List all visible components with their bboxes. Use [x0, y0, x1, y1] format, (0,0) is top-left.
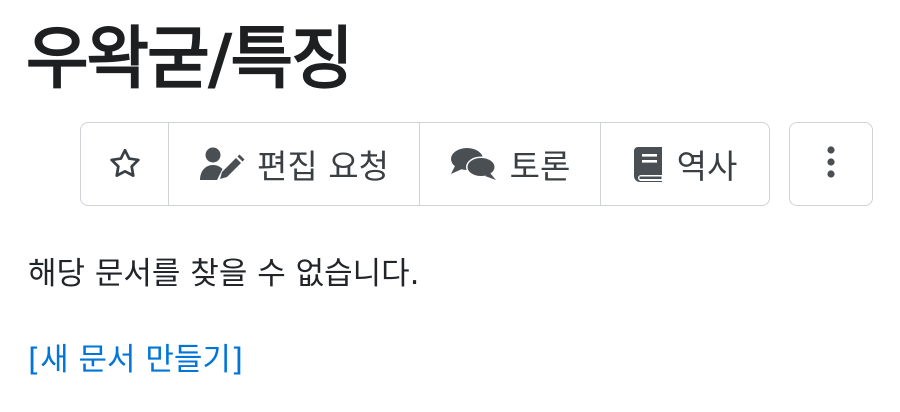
book-icon — [633, 146, 665, 182]
discussion-button[interactable]: 토론 — [420, 123, 601, 205]
vertical-ellipsis-icon — [826, 145, 836, 183]
user-edit-icon — [199, 146, 245, 182]
page-action-toolbar: 편집 요청 토론 역사 — [80, 122, 770, 206]
page-title: 우왁굳/특징 — [26, 20, 354, 99]
star-button[interactable] — [81, 123, 169, 205]
more-options-button[interactable] — [789, 122, 873, 206]
edit-request-button[interactable]: 편집 요청 — [169, 123, 420, 205]
discussion-label: 토론 — [509, 147, 571, 186]
comments-icon — [450, 146, 498, 182]
history-label: 역사 — [676, 147, 738, 186]
create-document-link[interactable]: [새 문서 만들기] — [28, 334, 243, 379]
edit-request-label: 편집 요청 — [257, 147, 389, 186]
history-button[interactable]: 역사 — [601, 123, 769, 205]
not-found-message: 해당 문서를 찾을 수 없습니다. — [28, 256, 420, 292]
star-icon — [107, 146, 143, 182]
